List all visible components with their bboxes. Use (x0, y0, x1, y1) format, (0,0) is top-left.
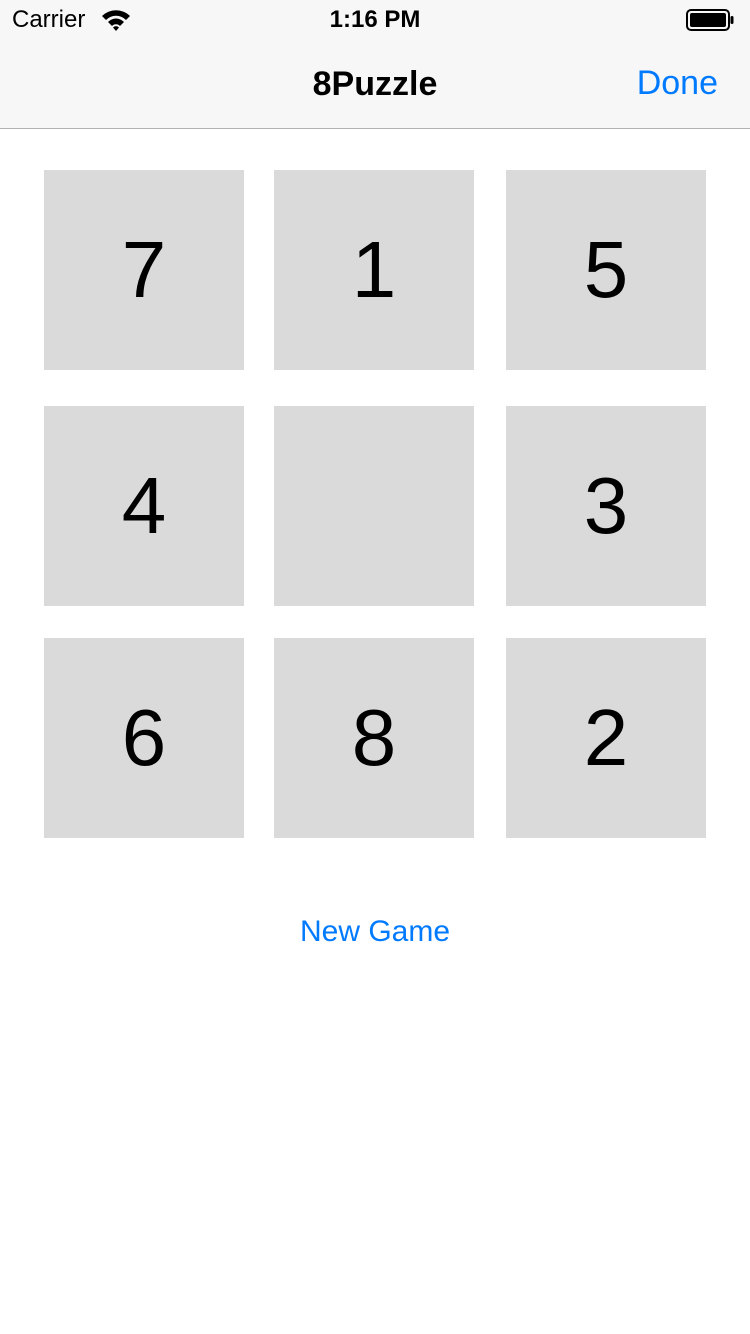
battery-icon (686, 9, 734, 31)
new-game-button[interactable]: New Game (0, 912, 750, 952)
puzzle-tile[interactable]: 2 (506, 638, 706, 838)
puzzle-tile[interactable]: 1 (274, 170, 474, 370)
puzzle-tile[interactable]: 3 (506, 406, 706, 606)
puzzle-tile[interactable]: 4 (44, 406, 244, 606)
puzzle-tile[interactable]: 6 (44, 638, 244, 838)
status-time: 1:16 PM (329, 6, 421, 33)
puzzle-tile-empty[interactable] (274, 406, 474, 606)
status-bar: Carrier 1:16 PM (0, 0, 750, 40)
navigation-bar: 8Puzzle Done (0, 40, 750, 129)
puzzle-tile[interactable]: 7 (44, 170, 244, 370)
puzzle-tile[interactable]: 8 (274, 638, 474, 838)
done-button[interactable]: Done (637, 63, 718, 103)
puzzle-tile[interactable]: 5 (506, 170, 706, 370)
